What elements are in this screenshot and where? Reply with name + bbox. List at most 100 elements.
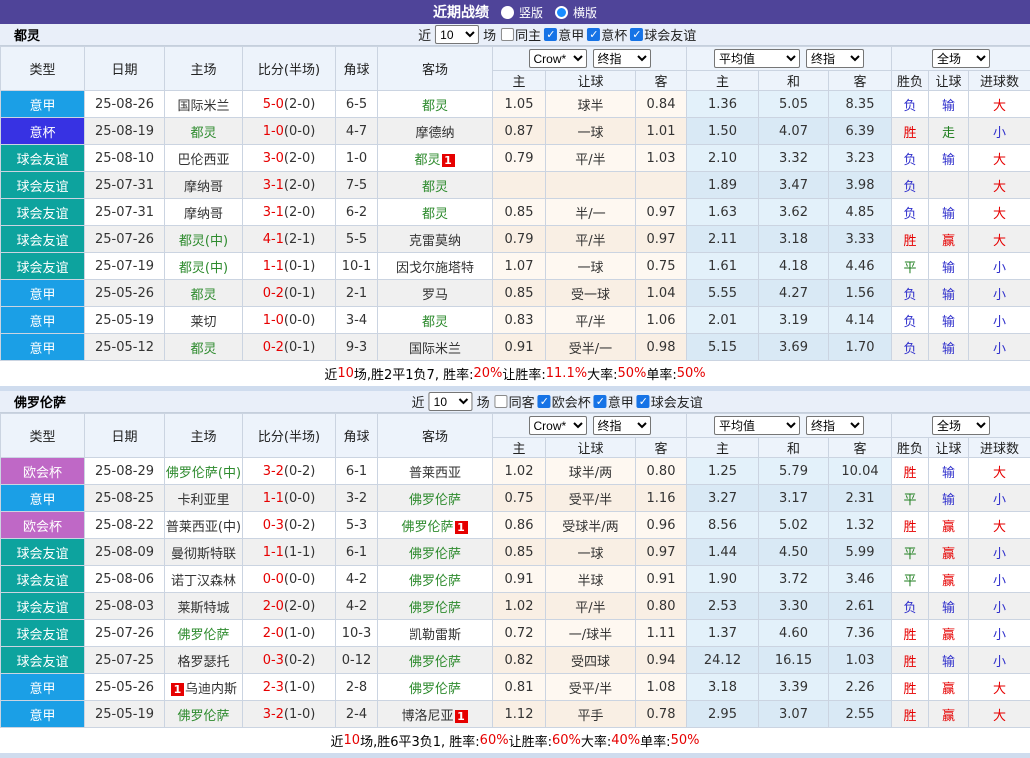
away-team-name[interactable]: 都灵 (422, 180, 448, 195)
table-row: 意杯25-08-19都灵1-0(0-0)4-7摩德纳0.87一球1.011.50… (1, 118, 1030, 145)
away-team-cell: 佛罗伦萨 (378, 647, 493, 674)
league-type-cell: 球会友谊 (1, 566, 85, 593)
result-cell: 小 (969, 566, 1030, 593)
away-team-name[interactable]: 罗马 (422, 288, 448, 303)
corners-cell: 4-2 (336, 593, 378, 620)
home-team-name[interactable]: 佛罗伦萨(中) (166, 466, 241, 481)
home-team-name[interactable]: 莱斯特城 (177, 601, 229, 616)
checkbox-checked-icon[interactable] (587, 28, 600, 41)
match-count-select[interactable]: 10 (435, 25, 479, 44)
home-team-name[interactable]: 诺丁汉森林 (171, 574, 236, 589)
checkbox-unchecked-icon[interactable] (495, 395, 508, 408)
home-team-cell: 摩纳哥 (165, 172, 243, 199)
checkbox-unchecked-icon[interactable] (501, 28, 514, 41)
home-team-name[interactable]: 都灵 (190, 288, 216, 303)
full-match-select[interactable]: 全场 (932, 416, 990, 435)
league-filter[interactable]: 意甲 (594, 392, 634, 411)
away-team-name[interactable]: 摩德纳 (415, 126, 454, 141)
league-filter[interactable]: 意甲 (544, 25, 584, 44)
score-cell: 0-0(0-0) (243, 566, 336, 593)
score-cell: 3-1(2-0) (243, 199, 336, 226)
league-filter[interactable]: 球会友谊 (637, 392, 703, 411)
away-team-name[interactable]: 因戈尔施塔特 (396, 261, 474, 276)
match-count-select[interactable]: 10 (429, 392, 473, 411)
away-team-name[interactable]: 佛罗伦萨 (409, 682, 461, 697)
final-index-select[interactable]: 终指 (593, 416, 651, 435)
away-team-name[interactable]: 凯勒雷斯 (409, 628, 461, 643)
home-team-name[interactable]: 佛罗伦萨 (177, 709, 229, 724)
league-filter[interactable]: 欧会杯 (538, 392, 591, 411)
away-team-name[interactable]: 都灵 (422, 99, 448, 114)
away-team-name[interactable]: 都灵 (422, 207, 448, 222)
away-team-name[interactable]: 博洛尼亚 (401, 709, 453, 724)
away-team-name[interactable]: 克雷莫纳 (409, 234, 461, 249)
home-team-name[interactable]: 巴伦西亚 (177, 153, 229, 168)
score-cell: 0-2(0-1) (243, 280, 336, 307)
radio-unchecked-icon[interactable] (501, 6, 514, 19)
home-team-cell: 摩纳哥 (165, 199, 243, 226)
away-team-name[interactable]: 都灵 (422, 315, 448, 330)
away-team-name[interactable]: 佛罗伦萨 (409, 493, 461, 508)
score-cell: 2-0(2-0) (243, 593, 336, 620)
home-team-name[interactable]: 卡利亚里 (177, 493, 229, 508)
home-team-name[interactable]: 都灵 (190, 342, 216, 357)
corners-cell: 2-1 (336, 280, 378, 307)
away-team-name[interactable]: 佛罗伦萨 (409, 655, 461, 670)
league-filter[interactable]: 意杯 (587, 25, 627, 44)
home-team-name[interactable]: 佛罗伦萨 (177, 628, 229, 643)
home-team-name[interactable]: 都灵(中) (179, 234, 228, 249)
handicap-odds-cell (636, 172, 687, 199)
same-side-filter[interactable]: 同主 (501, 25, 541, 44)
home-team-name[interactable]: 格罗瑟托 (177, 655, 229, 670)
date-cell: 25-08-25 (85, 485, 165, 512)
column-subheader: 进球数 (969, 71, 1030, 91)
away-team-name[interactable]: 普莱西亚 (409, 466, 461, 481)
final-index-select[interactable]: 终指 (806, 416, 864, 435)
home-team-name[interactable]: 摩纳哥 (184, 180, 223, 195)
away-team-name[interactable]: 佛罗伦萨 (409, 601, 461, 616)
radio-horizontal-option[interactable]: 横版 (555, 4, 597, 21)
home-team-name[interactable]: 都灵 (190, 126, 216, 141)
home-team-name[interactable]: 普莱西亚(中) (166, 520, 241, 535)
checkbox-checked-icon[interactable] (538, 395, 551, 408)
final-index-select[interactable]: 终指 (806, 49, 864, 68)
checkbox-checked-icon[interactable] (630, 28, 643, 41)
average-odds-select[interactable]: 平均值 (714, 416, 800, 435)
checkbox-checked-icon[interactable] (544, 28, 557, 41)
away-team-name[interactable]: 佛罗伦萨 (409, 574, 461, 589)
result-cell: 小 (969, 539, 1030, 566)
home-team-name[interactable]: 莱切 (190, 315, 216, 330)
full-match-select[interactable]: 全场 (932, 49, 990, 68)
away-team-name[interactable]: 佛罗伦萨 (401, 520, 453, 535)
final-index-select[interactable]: 终指 (593, 49, 651, 68)
home-team-name[interactable]: 摩纳哥 (184, 207, 223, 222)
home-team-name[interactable]: 乌迪内斯 (185, 682, 237, 697)
away-team-name[interactable]: 都灵 (414, 153, 440, 168)
league-badge: 意甲 (1, 91, 84, 117)
column-header: 日期 (85, 47, 165, 91)
league-filter-label: 球会友谊 (644, 25, 696, 44)
checkbox-checked-icon[interactable] (637, 395, 650, 408)
away-team-name[interactable]: 佛罗伦萨 (409, 547, 461, 562)
home-team-name[interactable]: 都灵(中) (179, 261, 228, 276)
home-team-cell: 格罗瑟托 (165, 647, 243, 674)
away-team-name[interactable]: 国际米兰 (409, 342, 461, 357)
crow-odds-select[interactable]: Crow* (529, 416, 587, 435)
home-team-name[interactable]: 曼彻斯特联 (171, 547, 236, 562)
handicap-odds-cell (493, 172, 546, 199)
radio-checked-icon[interactable] (555, 6, 568, 19)
handicap-odds-cell: 受半/一 (546, 334, 636, 361)
checkbox-checked-icon[interactable] (594, 395, 607, 408)
league-type-cell: 欧会杯 (1, 512, 85, 539)
radio-vertical-option[interactable]: 竖版 (501, 4, 543, 21)
column-subheader: 让球 (929, 438, 969, 458)
average-odds-select[interactable]: 平均值 (714, 49, 800, 68)
crow-odds-select[interactable]: Crow* (529, 49, 587, 68)
average-odds-cell: 2.55 (829, 701, 892, 728)
handicap-odds-cell: 0.79 (493, 226, 546, 253)
score-cell: 3-2(0-2) (243, 458, 336, 485)
league-filter[interactable]: 球会友谊 (630, 25, 696, 44)
same-side-filter[interactable]: 同客 (495, 392, 535, 411)
handicap-odds-cell: 0.94 (636, 647, 687, 674)
home-team-name[interactable]: 国际米兰 (177, 99, 229, 114)
